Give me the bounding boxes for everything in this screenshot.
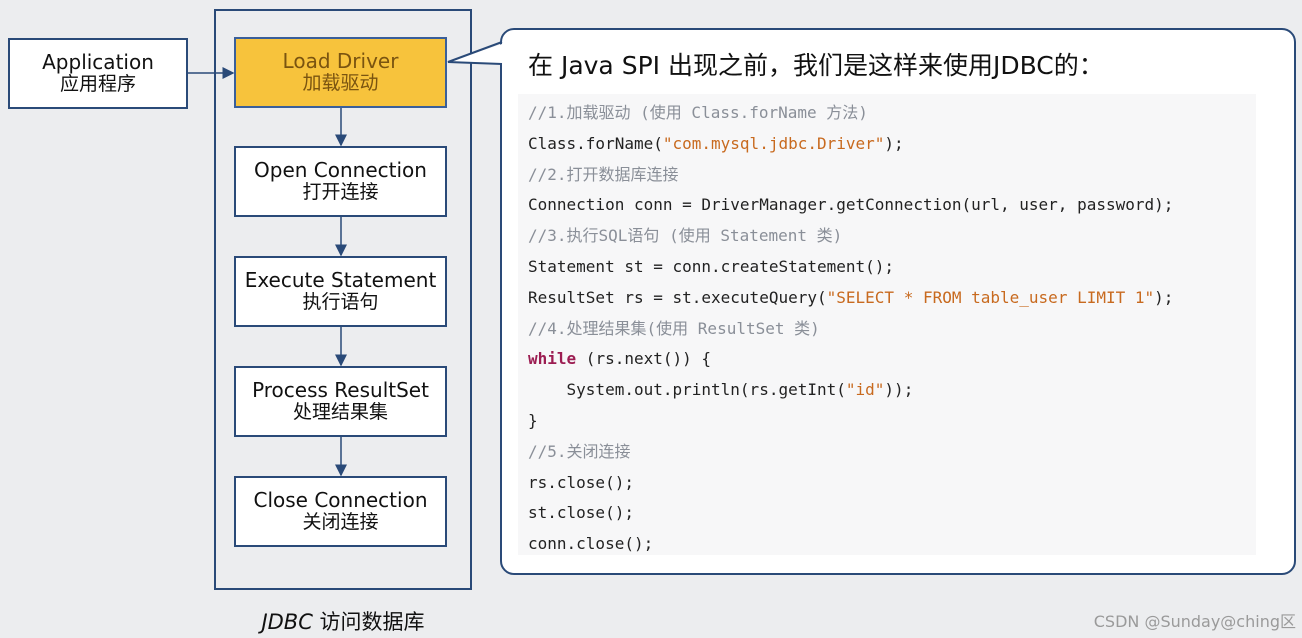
string-literal: "id" xyxy=(845,380,885,400)
code-token: } xyxy=(528,410,538,430)
code-block: //1.加载驱动 (使用 Class.forName 方法) Class.forN… xyxy=(518,94,1256,555)
code-comment-line: //3.执行SQL语句 (使用 Statement 类) xyxy=(528,226,843,246)
code-token: Class.forName( xyxy=(528,133,663,153)
code-callout: 在 Java SPI 出现之前，我们是这样来使用JDBC的： //1.加载驱动 … xyxy=(500,28,1296,575)
callout-pointer xyxy=(447,41,503,65)
step-label-en: Open Connection xyxy=(254,158,427,183)
code-token: ); xyxy=(884,133,904,153)
step-label-zh: 打开连接 xyxy=(302,181,379,204)
code-token: conn.close(); xyxy=(528,534,654,554)
code-comment-line: //1.加载驱动 (使用 Class.forName 方法) xyxy=(528,103,868,122)
code-line: rs.close(); xyxy=(518,468,1256,499)
jdbc-caption: JDBC 访问数据库 xyxy=(214,606,472,636)
watermark: CSDN @Sunday@ching区 xyxy=(1093,612,1296,631)
step-load-driver: Load Driver 加载驱动 xyxy=(234,37,447,108)
step-label-en: Execute Statement xyxy=(244,268,437,293)
jdbc-caption-rest: 访问数据库 xyxy=(312,610,425,634)
string-literal: "SELECT * FROM table_user LIMIT 1" xyxy=(826,287,1155,307)
code-token: System.out.println(rs.getInt( xyxy=(528,380,846,400)
step-label-en: Load Driver xyxy=(282,49,399,74)
application-box: Application 应用程序 xyxy=(8,38,188,109)
code-line: conn.close(); xyxy=(518,529,1256,560)
step-open-connection: Open Connection 打开连接 xyxy=(234,146,447,217)
code-comment-line: //2.打开数据库连接 xyxy=(528,164,679,184)
keyword: while xyxy=(528,349,577,369)
step-execute-statement: Execute Statement 执行语句 xyxy=(234,256,447,327)
step-close-connection: Close Connection 关闭连接 xyxy=(234,476,447,547)
step-label-zh: 执行语句 xyxy=(302,291,379,314)
code-token: (rs.next()) { xyxy=(576,349,712,369)
code-line: st.close(); xyxy=(518,498,1256,529)
code-line: Connection conn = DriverManager.getConne… xyxy=(518,190,1256,221)
application-label-zh: 应用程序 xyxy=(59,73,136,96)
step-label-zh: 加载驱动 xyxy=(302,72,379,95)
code-token: st.close(); xyxy=(528,503,634,523)
code-line: ResultSet rs = st.executeQuery("SELECT *… xyxy=(518,283,1256,314)
code-line: System.out.println(rs.getInt("id")); xyxy=(518,375,1256,406)
jdbc-caption-italic: JDBC xyxy=(261,610,313,634)
step-label-zh: 关闭连接 xyxy=(302,511,379,534)
code-line: } xyxy=(518,406,1256,437)
code-token: Statement st = conn.createStatement(); xyxy=(528,256,895,276)
code-comment-line: //5.关闭连接 xyxy=(528,441,631,461)
code-token: Connection conn = DriverManager.getConne… xyxy=(528,195,1174,215)
code-token: rs.close(); xyxy=(528,472,634,492)
code-line: Class.forName("com.mysql.jdbc.Driver"); xyxy=(518,129,1256,160)
step-label-en: Process ResultSet xyxy=(252,378,429,403)
string-literal: "com.mysql.jdbc.Driver" xyxy=(662,133,885,153)
callout-title: 在 Java SPI 出现之前，我们是这样来使用JDBC的： xyxy=(528,51,1104,80)
code-token: )); xyxy=(884,380,914,400)
code-token: ); xyxy=(1154,287,1174,307)
step-label-en: Close Connection xyxy=(253,488,428,513)
code-line: Statement st = conn.createStatement(); xyxy=(518,252,1256,283)
code-comment-line: //4.处理结果集(使用 ResultSet 类) xyxy=(528,318,820,338)
application-label-en: Application xyxy=(42,50,154,75)
code-token: ResultSet rs = st.executeQuery( xyxy=(528,287,827,307)
step-process-resultset: Process ResultSet 处理结果集 xyxy=(234,366,447,437)
step-label-zh: 处理结果集 xyxy=(292,401,388,424)
code-line: while (rs.next()) { xyxy=(518,344,1256,375)
